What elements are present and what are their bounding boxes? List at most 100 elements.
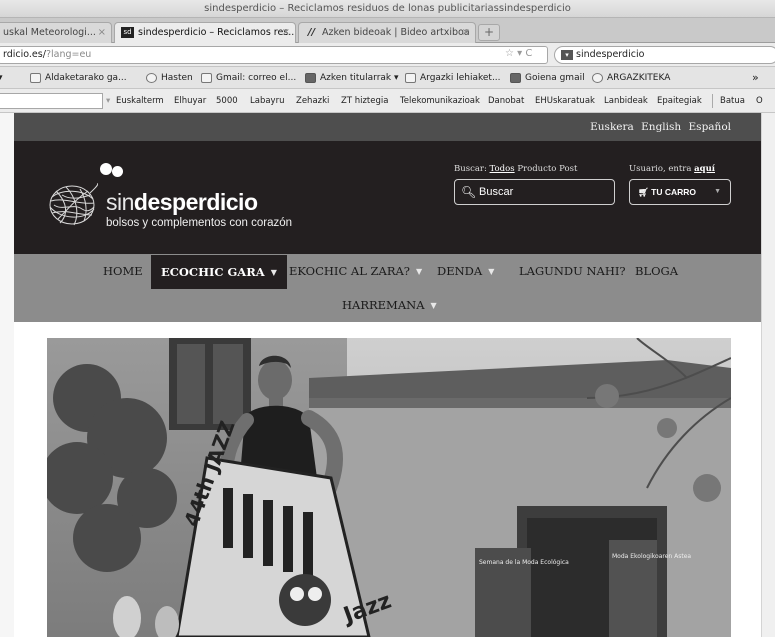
globe-icon <box>146 72 157 83</box>
webpage: Euskera English Español sindesperdicio b… <box>14 113 761 637</box>
toolbar-link-telekomunikazioak[interactable]: Telekomunikazioak <box>400 89 480 113</box>
tab-azken-bideoak[interactable]: // Azken bideoak | Bideo artxiboa × <box>298 22 476 43</box>
lang-english-link[interactable]: English <box>641 121 681 133</box>
bookmark-argazkiteka[interactable]: ARGAZKITEKA <box>592 67 670 89</box>
hero-photo-illustration: Semana de la Moda Ecológica Moda Ekologi… <box>47 338 731 637</box>
language-switcher: Euskera English Español <box>586 113 731 141</box>
menu-item-denda[interactable]: DENDA ▼ <box>437 254 494 288</box>
browser-search-input[interactable]: ▾ sindesperdicio <box>554 46 775 64</box>
lang-espanol-link[interactable]: Español <box>689 121 731 133</box>
new-tab-button[interactable]: + <box>478 24 500 41</box>
tab-label: uskal Meteorologi... <box>3 27 96 38</box>
hero-banner-text: Semana de la Moda Ecológica <box>479 559 569 566</box>
site-logo[interactable]: sindesperdicio <box>106 189 258 216</box>
close-icon[interactable]: × <box>282 23 290 43</box>
toolbar-link-danobat[interactable]: Danobat <box>488 89 524 113</box>
tab-label: Azken bideoak | Bideo artxiboa <box>322 27 470 38</box>
caret-down-icon: ▼ <box>488 267 495 276</box>
rss-icon <box>305 72 316 83</box>
toolbar-link-ehuskaratuak[interactable]: EHUskaratuak <box>535 89 595 113</box>
menu-item-lagundu-nahi[interactable]: LAGUNDU NAHI? <box>519 254 626 288</box>
tab-euskal-meteorologia[interactable]: uskal Meteorologi... × <box>0 22 112 43</box>
search-engine-icon[interactable]: ▾ <box>561 49 573 60</box>
toolbar-link-5000[interactable]: 5000 <box>216 89 238 113</box>
bookmark-azken-titularrak[interactable]: Azken titularrak ▾ <box>305 67 399 89</box>
search-placeholder: Buscar <box>479 186 514 198</box>
navigation-bar: rdicio.es/?lang=eu ☆ ▾ C ▾ sindesperdicio <box>0 43 775 67</box>
cart-label: TU CARRO <box>651 187 697 197</box>
cart-icon: 🛒︎ <box>638 187 649 197</box>
menu-item-harremana[interactable]: HARREMANA ▼ <box>342 288 437 322</box>
toolbar-link-zehazki[interactable]: Zehazki <box>296 89 329 113</box>
menu-item-bloga[interactable]: BLOGA <box>635 254 678 288</box>
menu-item-ekochic-al-zara[interactable]: EKOCHIC AL ZARA? ▼ <box>289 254 422 288</box>
bookmarks-overflow-button[interactable]: » <box>752 67 759 89</box>
toolbar-link-labayru[interactable]: Labayru <box>250 89 284 113</box>
logo-main: desperdicio <box>133 189 258 215</box>
bookmark-aldaketarako[interactable]: Aldaketarako ga... <box>30 67 127 89</box>
search-icon: 🔍︎ <box>461 185 477 199</box>
page-left-margin <box>0 113 14 637</box>
caret-down-icon: ▼ <box>415 267 423 276</box>
toolbar-link-lanbideak[interactable]: Lanbideak <box>604 89 648 113</box>
toolbar-dropdown-icon[interactable]: ▾ <box>106 89 110 113</box>
caret-down-icon: ▼ <box>430 301 437 310</box>
smile-icon <box>592 72 603 83</box>
tab-bar: uskal Meteorologi... × sd sindesperdicio … <box>0 18 775 43</box>
search-scope-post[interactable]: Post <box>559 164 577 174</box>
toolbar-link-overflow[interactable]: O <box>756 89 763 113</box>
toolbar-separator <box>712 94 713 108</box>
chevron-down-icon: ▼ <box>714 188 721 195</box>
logo-prefix: sin <box>106 189 134 215</box>
close-icon[interactable]: × <box>98 23 106 43</box>
main-menu: HOME ECOCHIC GARA ▼ EKOCHIC AL ZARA? ▼ DEN… <box>14 254 761 322</box>
menu-item-home[interactable]: HOME <box>103 254 143 288</box>
search-scope-label: Buscar: <box>454 164 487 174</box>
site-search-input[interactable]: 🔍︎ Buscar <box>454 179 615 205</box>
page-icon <box>510 72 521 83</box>
user-login-label: Usuario, entra aquí <box>629 164 715 174</box>
toolbar-search-input[interactable] <box>0 93 103 109</box>
bookmark-gmail[interactable]: Gmail: correo el... <box>201 67 296 89</box>
bookmark-star-icon[interactable]: ☆ ▾ C <box>505 46 532 62</box>
hero-image[interactable]: Semana de la Moda Ecológica Moda Ekologi… <box>47 338 731 637</box>
search-scope-producto[interactable]: Producto <box>517 164 556 174</box>
browser-search-value: sindesperdicio <box>576 49 645 60</box>
address-url: rdicio.es/ <box>3 49 46 60</box>
page-icon <box>30 72 41 83</box>
address-url-query: ?lang=eu <box>45 49 92 60</box>
mail-icon <box>201 72 212 83</box>
yarn-ball-logo-icon[interactable] <box>46 183 98 227</box>
cart-dropdown-button[interactable]: 🛒︎ TU CARRO ▼ <box>629 179 731 205</box>
toolbar-link-batua[interactable]: Batua <box>720 89 745 113</box>
logo-dot-icon <box>100 163 112 175</box>
toolbar-link-elhuyar[interactable]: Elhuyar <box>174 89 206 113</box>
toolbar-link-epaitegiak[interactable]: Epaitegiak <box>657 89 702 113</box>
mail-icon <box>405 72 416 83</box>
tab-sindesperdicio[interactable]: sd sindesperdicio – Reciclamos res... × <box>114 22 296 43</box>
language-bar: Euskera English Español <box>14 113 761 141</box>
hero-banner-text: Moda Ekologikoaren Astea <box>612 553 691 560</box>
window-title: sindesperdicio – Reciclamos residuos de … <box>0 0 775 18</box>
bookmark-goiena-gmail[interactable]: Goiena gmail <box>510 67 585 89</box>
sindesperdicio-favicon-icon: sd <box>121 27 134 38</box>
user-login-link[interactable]: aquí <box>694 164 715 174</box>
user-login-text: Usuario, entra <box>629 164 692 174</box>
dictionary-toolbar: ▾ Euskalterm Elhuyar 5000 Labayru Zehazk… <box>0 89 775 113</box>
bookmarks-bar: ▾ Aldaketarako ga... Hasten Gmail: corre… <box>0 67 775 89</box>
close-icon[interactable]: × <box>462 23 470 43</box>
bookmark-argazki-lehiaketa[interactable]: Argazki lehiaket... <box>405 67 501 89</box>
address-bar[interactable]: rdicio.es/?lang=eu <box>0 46 548 64</box>
bookmark-overflow-left[interactable]: ▾ <box>0 67 3 89</box>
logo-dot-icon <box>112 166 123 177</box>
lang-euskera-link[interactable]: Euskera <box>590 121 634 133</box>
search-scope-todos[interactable]: Todos <box>490 164 515 174</box>
caret-down-icon: ▼ <box>270 267 277 277</box>
bookmark-hasten[interactable]: Hasten <box>146 67 193 89</box>
page-scrollbar[interactable] <box>761 113 775 637</box>
menu-item-ecochic-gara[interactable]: ECOCHIC GARA ▼ <box>151 255 287 289</box>
tab-label: sindesperdicio – Reciclamos res... <box>138 27 296 38</box>
bideo-favicon-icon: // <box>307 27 316 38</box>
toolbar-link-euskalterm[interactable]: Euskalterm <box>116 89 164 113</box>
toolbar-link-zt-hiztegia[interactable]: ZT hiztegia <box>341 89 388 113</box>
